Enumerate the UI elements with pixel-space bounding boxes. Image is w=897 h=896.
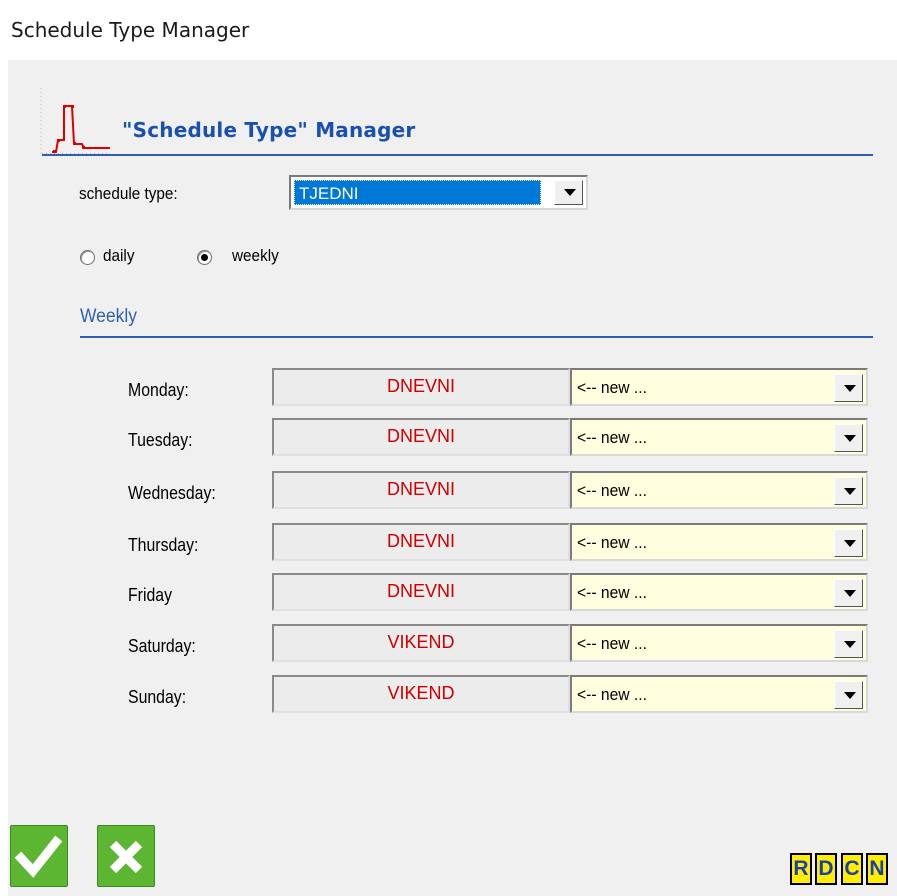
cancel-button[interactable] <box>97 825 155 887</box>
chevron-down-icon[interactable] <box>834 579 863 607</box>
day-schedule-select[interactable]: <-- new ... <box>570 471 868 509</box>
daily-radio[interactable] <box>80 250 95 265</box>
day-schedule-select[interactable]: <-- new ... <box>570 368 868 406</box>
c-button[interactable]: C <box>841 853 863 885</box>
window-title: Schedule Type Manager <box>11 18 250 42</box>
day-schedule-select[interactable]: <-- new ... <box>570 573 868 611</box>
weekly-radio-label[interactable]: weekly <box>232 246 279 266</box>
weekly-radio[interactable] <box>197 250 212 265</box>
day-schedule-value: VIKEND <box>272 624 570 662</box>
day-select-text: <-- new ... <box>577 533 647 552</box>
daily-radio-label[interactable]: daily <box>103 246 134 266</box>
chevron-down-icon[interactable] <box>834 424 863 452</box>
schedule-type-select[interactable]: TJEDNI <box>289 175 588 210</box>
day-schedule-select[interactable]: <-- new ... <box>570 624 868 662</box>
d-button[interactable]: D <box>815 853 837 885</box>
schedule-type-value: TJEDNI <box>294 180 541 205</box>
day-schedule-value: DNEVNI <box>272 418 570 456</box>
day-label: Tuesday: <box>128 430 193 450</box>
chevron-down-icon[interactable] <box>834 681 863 709</box>
r-button[interactable]: R <box>790 853 812 885</box>
schedule-type-label: schedule type: <box>79 184 178 203</box>
day-label: Thursday: <box>128 535 199 555</box>
chevron-down-icon[interactable] <box>554 180 583 205</box>
day-schedule-value: DNEVNI <box>272 523 570 561</box>
day-schedule-select[interactable]: <-- new ... <box>570 675 868 713</box>
chevron-down-icon[interactable] <box>834 630 863 658</box>
day-schedule-value: DNEVNI <box>272 471 570 509</box>
x-icon <box>109 840 143 874</box>
day-label: Friday <box>128 585 173 605</box>
day-schedule-value: DNEVNI <box>272 368 570 406</box>
day-select-text: <-- new ... <box>577 428 647 447</box>
day-select-text: <-- new ... <box>577 378 647 397</box>
day-label: Saturday: <box>128 636 196 656</box>
day-select-text: <-- new ... <box>577 634 647 653</box>
day-select-text: <-- new ... <box>577 481 647 500</box>
day-label: Wednesday: <box>128 483 216 503</box>
schedule-logo-icon <box>40 88 110 155</box>
day-schedule-select[interactable]: <-- new ... <box>570 523 868 561</box>
weekly-divider <box>80 336 873 338</box>
day-select-text: <-- new ... <box>577 685 647 704</box>
header-divider <box>42 154 873 156</box>
day-label: Monday: <box>128 380 189 400</box>
day-schedule-select[interactable]: <-- new ... <box>570 418 868 456</box>
n-button[interactable]: N <box>866 853 888 885</box>
chevron-down-icon[interactable] <box>834 529 863 557</box>
chevron-down-icon[interactable] <box>834 477 863 505</box>
checkmark-icon <box>14 835 63 878</box>
day-schedule-value: VIKEND <box>272 675 570 713</box>
weekly-section-title: Weekly <box>80 306 137 327</box>
confirm-button[interactable] <box>10 825 68 887</box>
chevron-down-icon[interactable] <box>834 374 863 402</box>
day-schedule-value: DNEVNI <box>272 573 570 611</box>
day-label: Sunday: <box>128 687 187 707</box>
day-select-text: <-- new ... <box>577 583 647 602</box>
page-title: "Schedule Type" Manager <box>122 118 416 142</box>
